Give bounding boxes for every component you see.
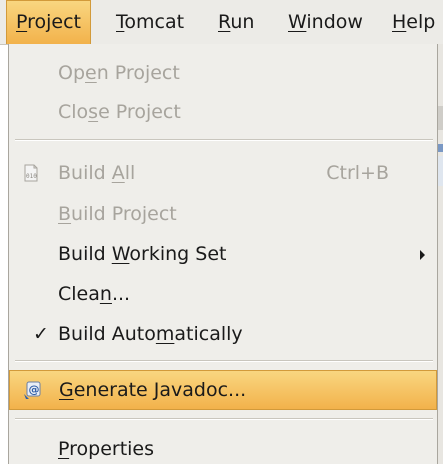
svg-text:010: 010 <box>26 173 37 180</box>
menu-item-build-all[interactable]: 010 Build All Ctrl+B <box>9 153 437 193</box>
menu-tomcat[interactable]: Tomcat <box>107 0 193 44</box>
menu-project-mnemonic: P <box>16 11 28 33</box>
build-working-set-label: Build Working Set <box>58 243 227 265</box>
menu-run-label: un <box>230 11 255 33</box>
menu-run-mnemonic: R <box>218 11 231 33</box>
menu-help-label: elp <box>406 11 436 33</box>
menu-separator <box>15 360 433 362</box>
build-binary-icon: 010 <box>24 164 38 182</box>
close-project-label: Close Project <box>58 101 181 123</box>
menu-item-clean[interactable]: Clean... <box>9 274 437 314</box>
menu-item-build-working-set[interactable]: Build Working Set <box>9 234 437 274</box>
menu-separator <box>15 418 433 420</box>
generate-javadoc-label: Generate Javadoc... <box>59 379 247 401</box>
menu-help[interactable]: Help <box>383 0 443 44</box>
menu-help-mnemonic: H <box>392 11 407 33</box>
build-all-shortcut: Ctrl+B <box>326 162 389 184</box>
menu-item-build-project[interactable]: Build Project <box>9 194 437 234</box>
menu-window-mnemonic: W <box>288 11 307 33</box>
menu-item-properties[interactable]: Properties <box>9 429 437 469</box>
menu-item-close-project[interactable]: Close Project <box>9 92 437 132</box>
menu-separator <box>15 139 433 141</box>
menu-window[interactable]: Window <box>279 0 372 44</box>
build-project-label: Build Project <box>58 203 177 225</box>
menu-run[interactable]: Run <box>209 0 263 44</box>
build-all-label: Build All <box>58 162 136 184</box>
menu-item-open-project[interactable]: Open Project <box>9 53 437 93</box>
submenu-arrow-icon <box>420 250 425 260</box>
menu-bar: Project Tomcat Run Window Help <box>0 0 443 45</box>
svg-text:@: @ <box>29 383 40 396</box>
javadoc-icon: @ <box>24 381 41 399</box>
project-dropdown-menu: Open Project Close Project 010 Build All… <box>8 44 438 464</box>
checkmark-icon: ✓ <box>33 323 49 345</box>
menu-window-label: indow <box>306 11 363 33</box>
clean-label: Clean... <box>58 283 131 305</box>
menu-project[interactable]: Project <box>6 0 92 44</box>
build-automatically-label: Build Automatically <box>58 323 243 345</box>
menu-project-label: roject <box>27 11 82 33</box>
menu-tomcat-label: omcat <box>124 11 185 33</box>
open-project-label: Open Project <box>58 62 180 84</box>
menu-item-generate-javadoc[interactable]: @ Generate Javadoc... <box>9 370 437 410</box>
menu-item-build-automatically[interactable]: ✓ Build Automatically <box>9 314 437 354</box>
properties-label: Properties <box>58 438 155 460</box>
